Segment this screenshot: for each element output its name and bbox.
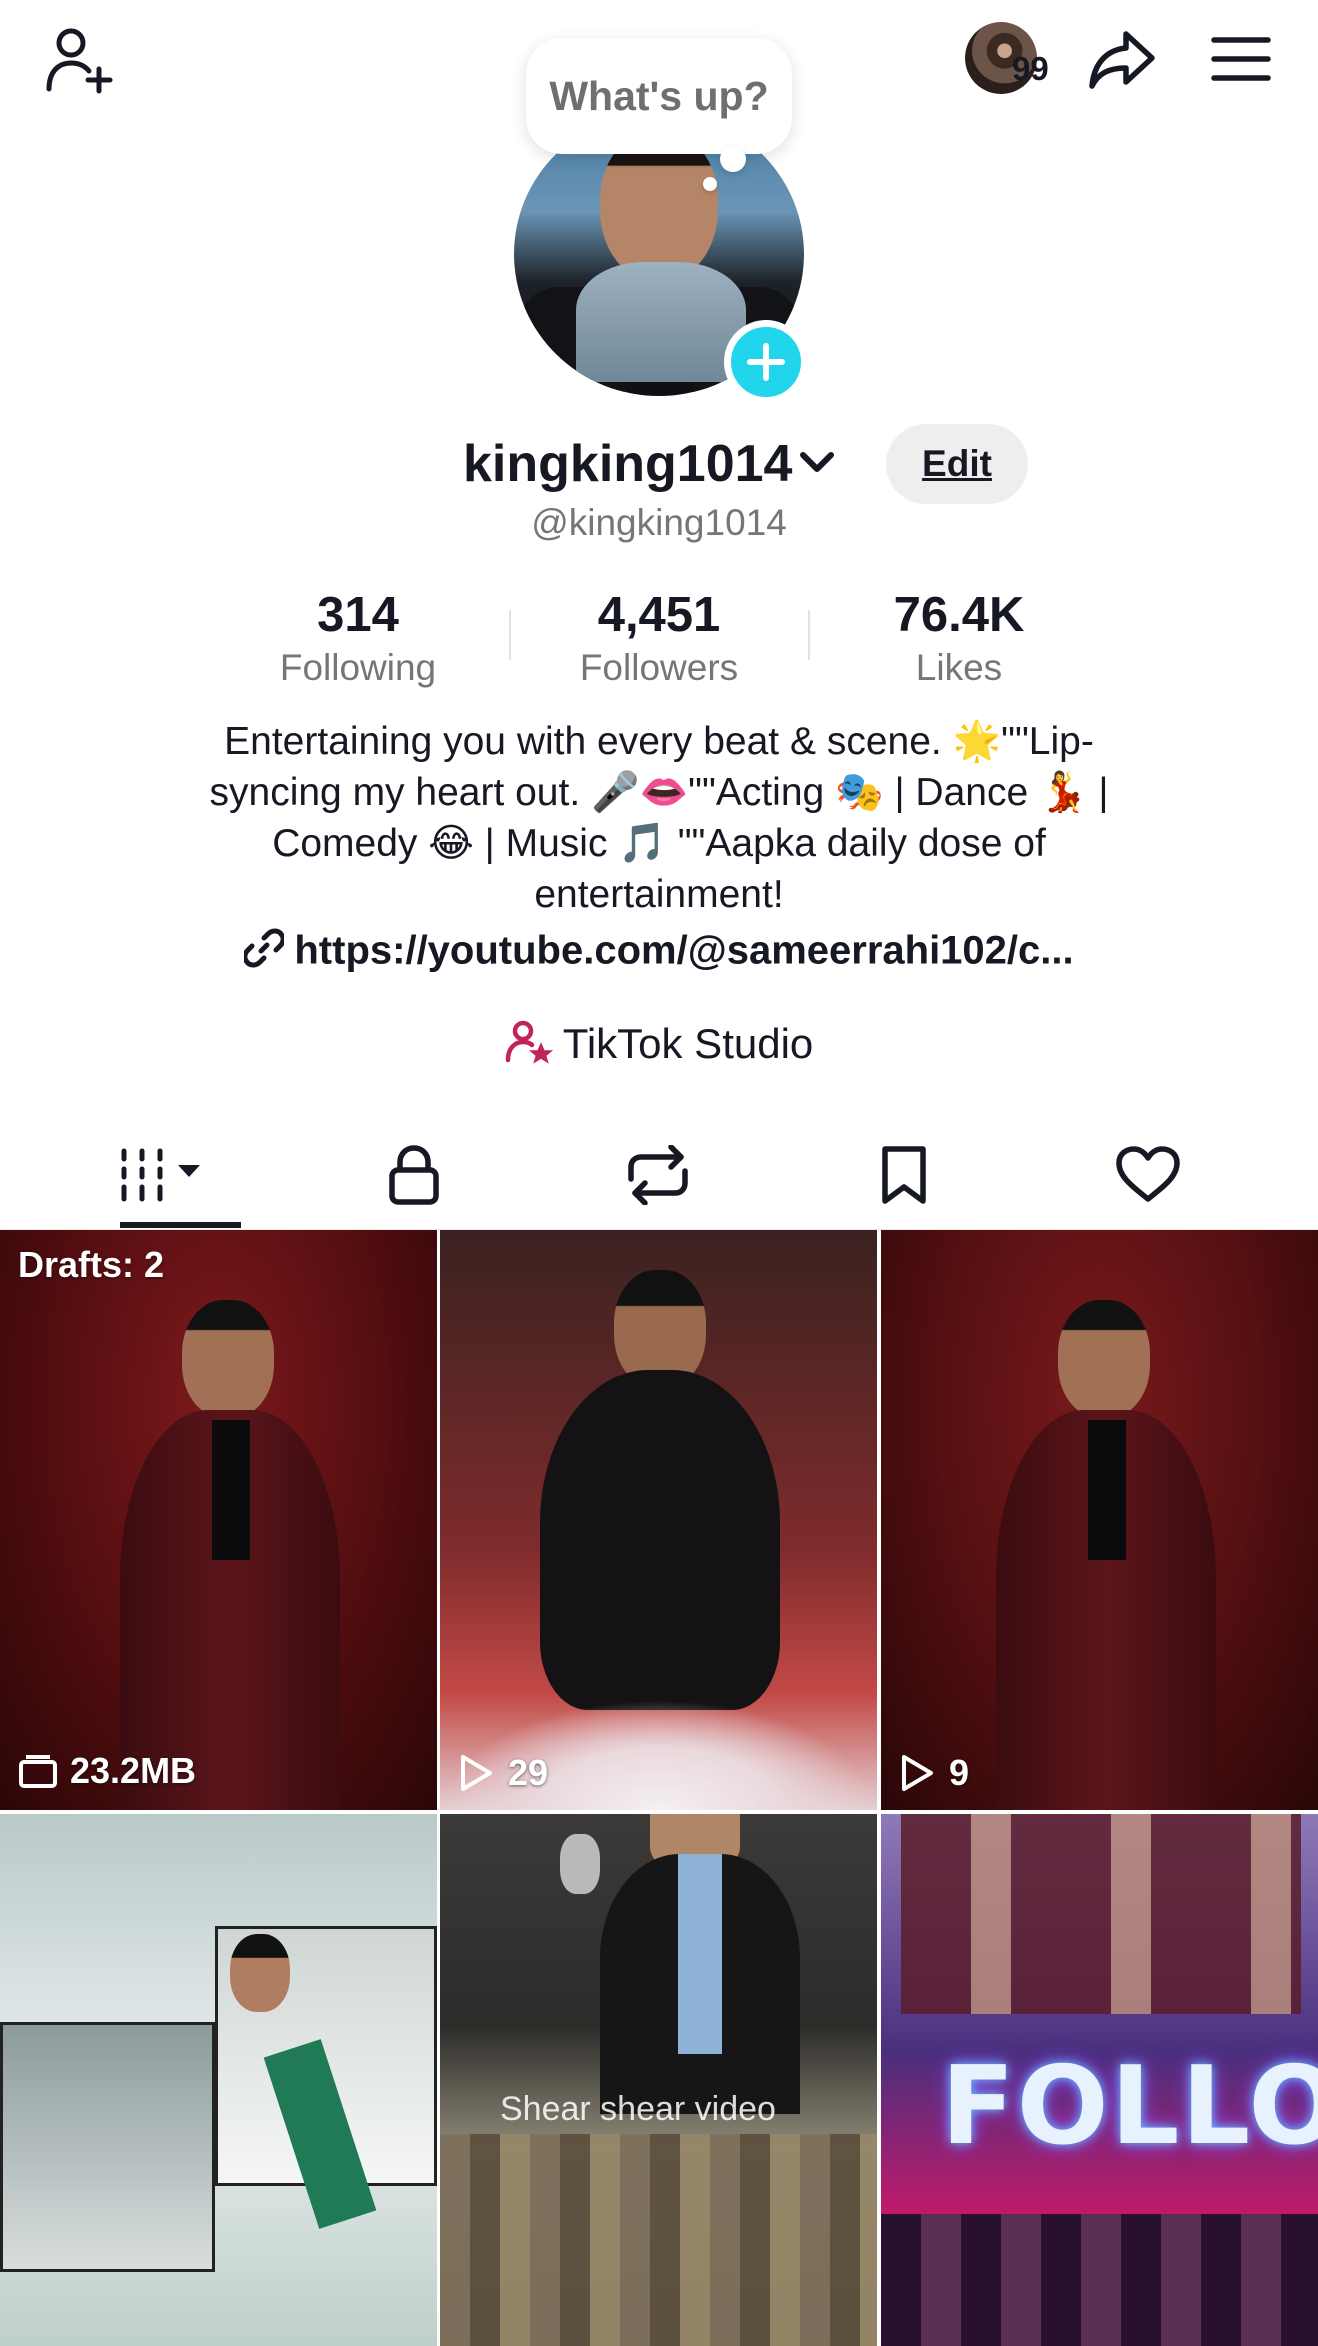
tile-inset-photo — [0, 2022, 215, 2272]
profile-stats: 314 Following 4,451 Followers 76.4K Like… — [0, 586, 1318, 696]
username[interactable]: kingking1014 — [463, 424, 792, 504]
bio-line: entertainment! — [534, 873, 784, 916]
stat-divider — [509, 610, 511, 660]
video-tile[interactable]: FOLLOW — [881, 1814, 1318, 2346]
profile-tabs — [0, 1122, 1318, 1232]
avatar-face — [600, 132, 718, 282]
play-icon — [902, 1755, 933, 1791]
profile-link[interactable]: https://youtube.com/@sameerrahi102/c... — [0, 928, 1318, 978]
drafts-label: Drafts: 2 — [18, 1244, 165, 1285]
repost-icon — [628, 1145, 688, 1205]
audience-scene — [881, 2214, 1318, 2346]
username-row: kingking1014 Edit — [0, 424, 1318, 504]
drafts-box-icon — [19, 1755, 57, 1788]
menu-button[interactable] — [1206, 28, 1276, 90]
play-icon — [461, 1755, 492, 1791]
follow-overlay-text: FOLLOW — [941, 2044, 1318, 2169]
share-arrow-icon — [1089, 31, 1155, 89]
account-switch-chevron[interactable] — [798, 448, 836, 483]
tile-person — [996, 1300, 1216, 1810]
tile-person — [120, 1300, 340, 1810]
chevron-down-icon — [800, 452, 834, 472]
bookmark-icon — [882, 1146, 926, 1204]
stat-following-value: 314 — [317, 588, 399, 642]
video-tile[interactable] — [0, 1814, 437, 2346]
status-bubble[interactable]: What's up? — [526, 38, 792, 154]
lock-icon — [389, 1145, 439, 1205]
profile-bio: Entertaining you with every beat & scene… — [120, 716, 1198, 920]
notification-count: 99 — [1012, 50, 1049, 87]
tab-favorites[interactable] — [784, 1122, 1024, 1228]
view-count: 29 — [458, 1752, 548, 1794]
view-count-text: 29 — [508, 1752, 549, 1793]
add-friend-button[interactable] — [36, 18, 120, 102]
video-tile-drafts[interactable]: Drafts: 2 23.2MB — [0, 1230, 437, 1810]
drafts-size-text: 23.2MB — [70, 1750, 197, 1791]
avatar-scarf — [576, 262, 746, 382]
drafts-size: 23.2MB — [18, 1750, 196, 1792]
bio-line: Entertaining you with every beat & scene… — [224, 720, 1094, 763]
tiktok-studio-button[interactable]: TikTok Studio — [0, 1020, 1318, 1074]
profile-link-text: https://youtube.com/@sameerrahi102/c... — [294, 928, 1074, 973]
bubble-dot — [703, 177, 717, 191]
microphone-icon — [560, 1834, 600, 1894]
bio-line: syncing my heart out. 🎤👄""Acting 🎭 | Dan… — [209, 771, 1109, 814]
tab-private[interactable] — [294, 1122, 534, 1228]
person-plus-icon — [46, 28, 113, 94]
view-count: 9 — [899, 1752, 969, 1794]
edit-profile-button[interactable]: Edit — [886, 424, 1028, 504]
stat-likes-label: Likes — [915, 647, 1003, 688]
profile-handle: @kingking1014 — [531, 502, 787, 543]
video-tile[interactable]: Shear shear video — [440, 1814, 877, 2346]
tab-videos[interactable] — [46, 1122, 286, 1228]
crowd-scene — [440, 2134, 877, 2346]
stat-followers[interactable]: 4,451 Followers — [529, 586, 789, 692]
bubble-tail — [720, 146, 746, 172]
video-tile[interactable]: 29 — [440, 1230, 877, 1810]
tab-liked[interactable] — [1028, 1122, 1268, 1228]
plus-icon — [747, 343, 785, 381]
heart-icon — [1116, 1146, 1180, 1202]
stat-following-label: Following — [279, 647, 437, 688]
add-story-button[interactable] — [724, 320, 808, 404]
stat-followers-value: 4,451 — [597, 588, 721, 642]
tab-reposts[interactable] — [538, 1122, 778, 1228]
video-tile[interactable]: 9 — [881, 1230, 1318, 1810]
view-count-text: 9 — [949, 1752, 970, 1793]
stat-likes-value: 76.4K — [893, 588, 1025, 642]
tile-person — [600, 1814, 800, 2114]
hamburger-menu-icon — [1211, 37, 1271, 81]
video-caption: Shear shear video — [500, 2090, 776, 2128]
active-tab-indicator — [120, 1222, 241, 1228]
studio-label: TikTok Studio — [562, 1020, 814, 1068]
studio-person-star-icon — [505, 1020, 553, 1074]
stat-divider — [808, 610, 810, 660]
grid-icon — [121, 1148, 200, 1202]
stat-likes[interactable]: 76.4K Likes — [829, 586, 1089, 692]
tile-person — [230, 1934, 290, 2012]
bio-line: Comedy 😂 | Music 🎵 ""Aapka daily dose of — [272, 822, 1046, 865]
link-icon — [242, 928, 286, 978]
share-button[interactable] — [1082, 22, 1162, 98]
stat-following[interactable]: 314 Following — [228, 586, 488, 692]
tile-dancers — [901, 1814, 1301, 2014]
stat-followers-label: Followers — [579, 647, 739, 688]
